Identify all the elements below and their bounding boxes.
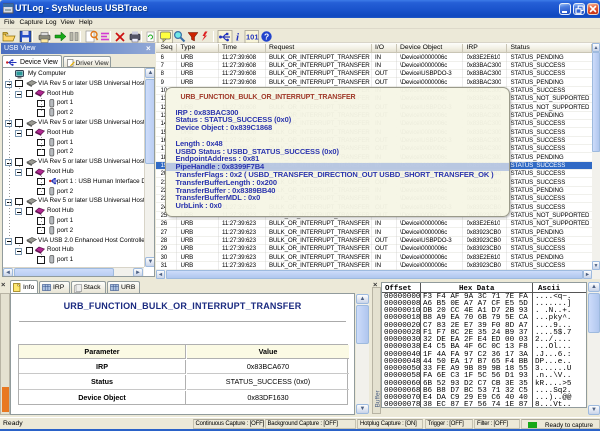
svg-text:i: i (236, 32, 240, 44)
svg-text:101: 101 (246, 33, 259, 42)
svg-text:?: ? (264, 32, 269, 42)
